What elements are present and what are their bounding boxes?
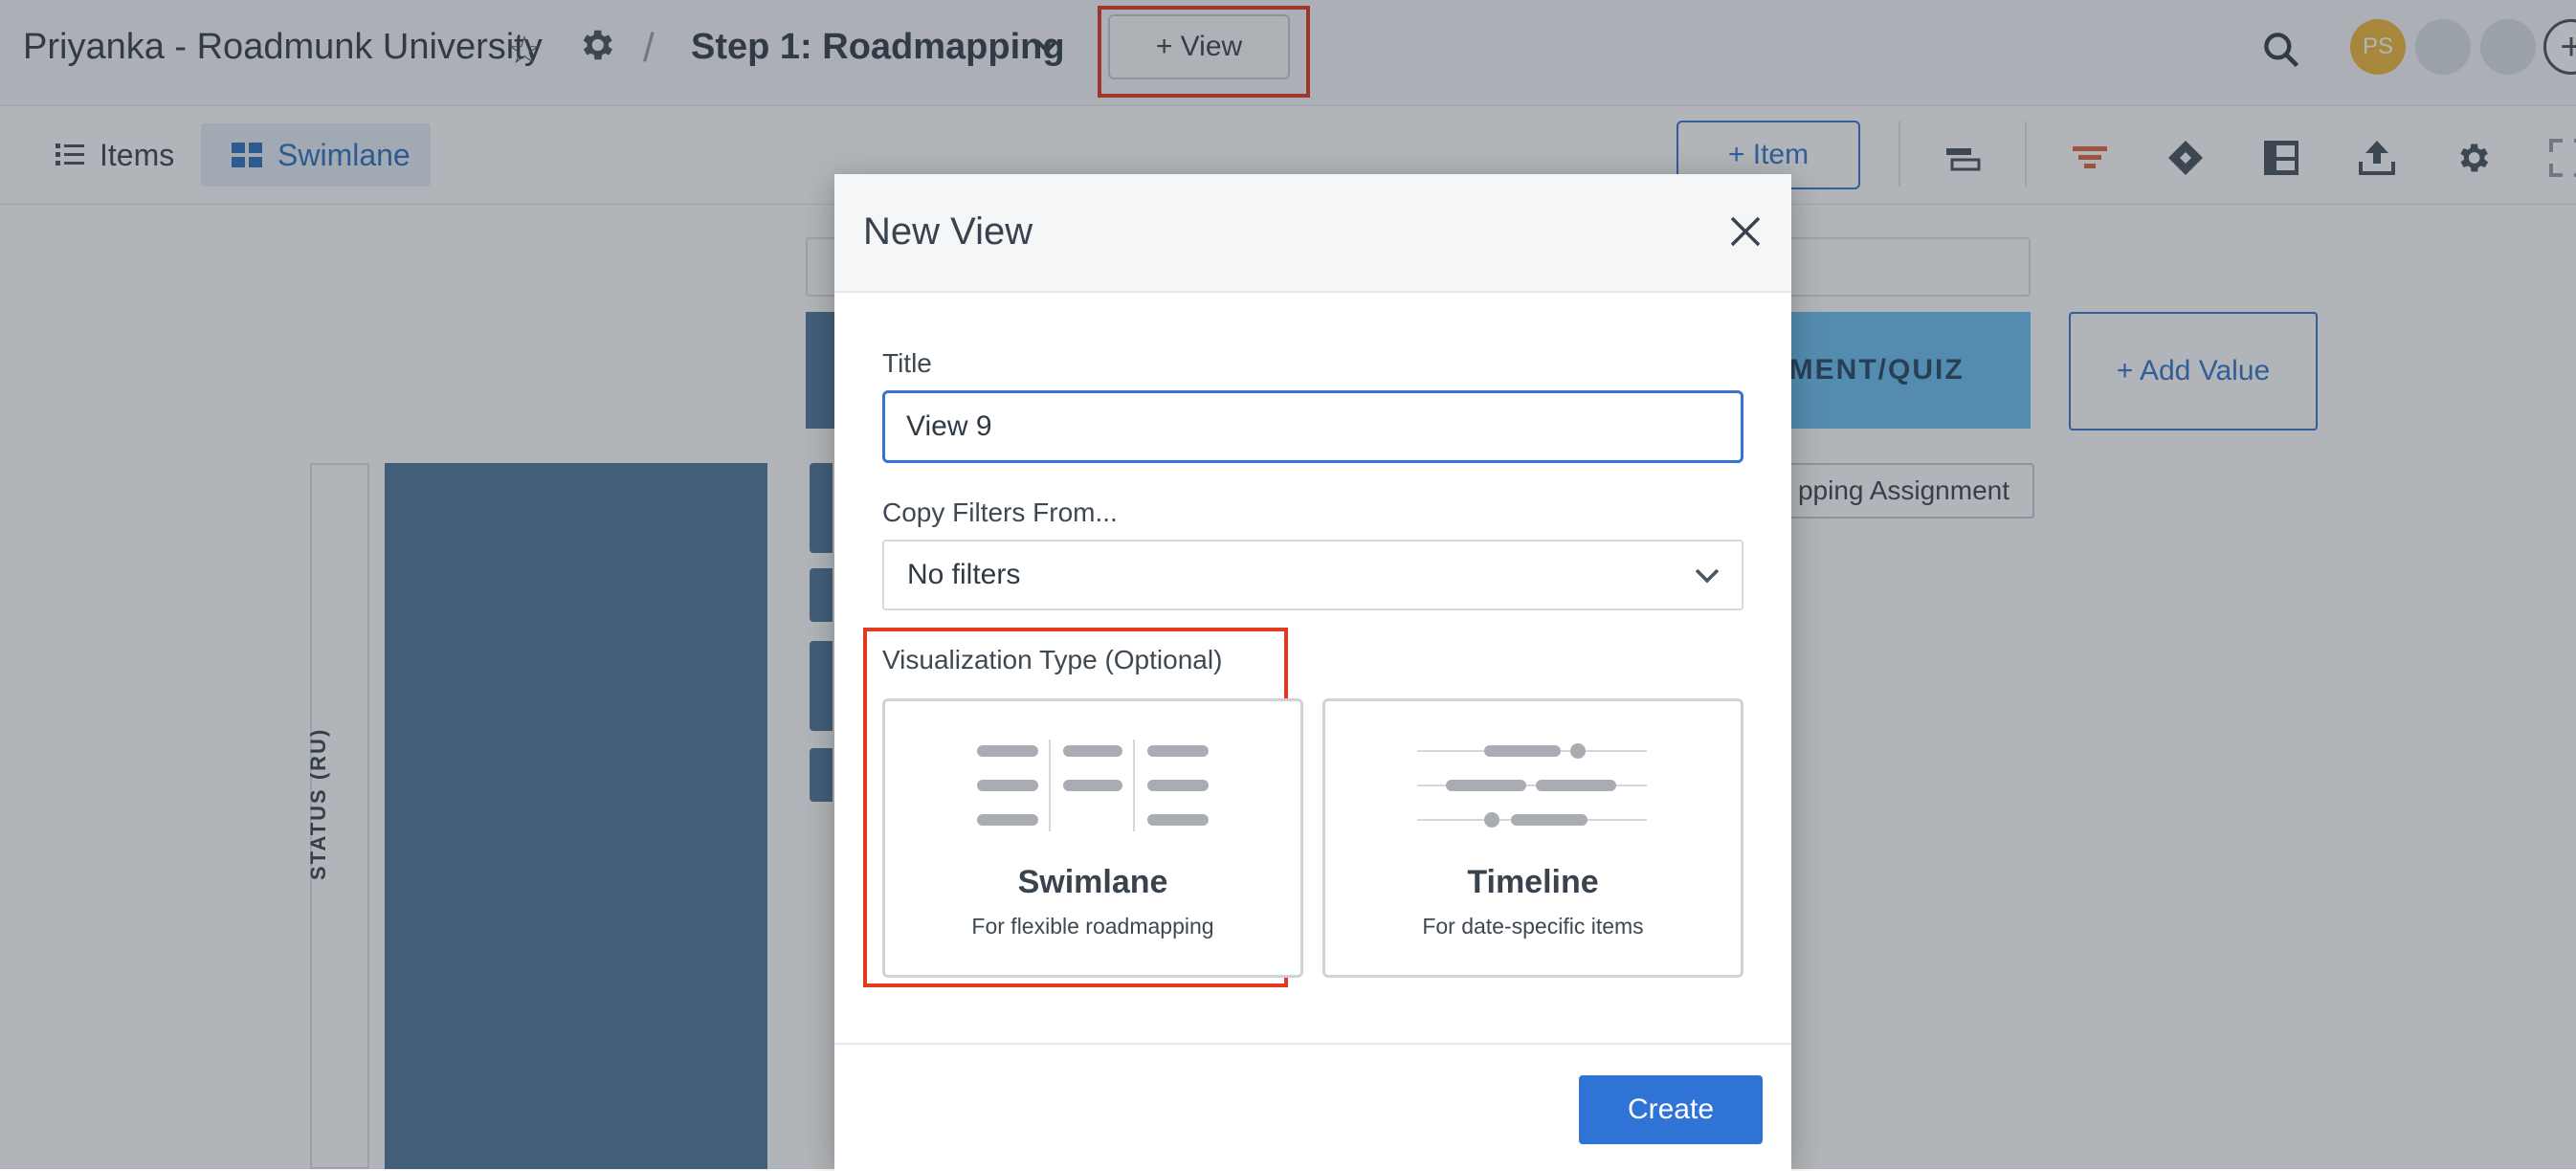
option-title: Swimlane <box>1017 864 1168 900</box>
swimlane-illustration-icon <box>977 740 1209 831</box>
timeline-option-card[interactable]: Timeline For date-specific items <box>1322 698 1743 978</box>
title-input[interactable] <box>882 390 1743 463</box>
close-icon[interactable] <box>1726 212 1765 251</box>
chevron-down-icon <box>1695 568 1720 584</box>
copy-filters-label: Copy Filters From... <box>882 497 1118 527</box>
swimlane-option-card[interactable]: Swimlane For flexible roadmapping <box>882 698 1303 978</box>
option-description: For flexible roadmapping <box>971 914 1214 939</box>
select-value: No filters <box>907 559 1021 590</box>
option-title: Timeline <box>1467 864 1599 900</box>
create-button[interactable]: Create <box>1579 1075 1763 1144</box>
visualization-type-label: Visualization Type (Optional) <box>882 645 1223 674</box>
option-description: For date-specific items <box>1422 914 1644 939</box>
dialog-title: New View <box>863 210 1033 253</box>
copy-filters-select[interactable]: No filters <box>882 540 1743 610</box>
dialog-footer: Create <box>834 1043 1791 1171</box>
new-view-dialog: New View Title Copy Filters From... No f… <box>834 174 1791 1171</box>
timeline-illustration-icon <box>1417 743 1647 828</box>
dialog-header: New View <box>834 174 1791 293</box>
title-label: Title <box>882 348 932 378</box>
